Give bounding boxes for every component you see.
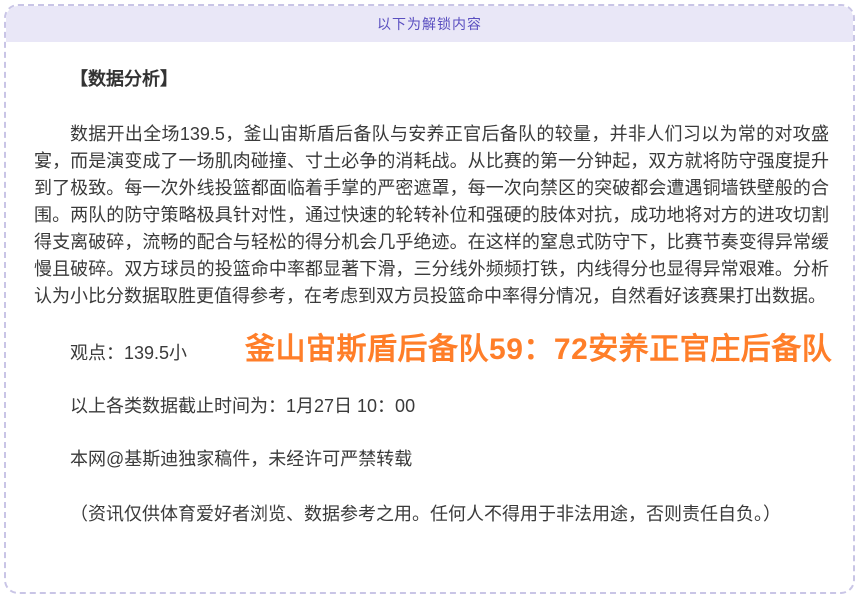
deadline-note: 以上各类数据截止时间为：1月27日 10：00	[34, 393, 829, 420]
viewpoint-label: 观点：139.5小	[70, 343, 187, 363]
analysis-paragraph: 数据开出全场139.5，釜山宙斯盾后备队与安养正官后备队的较量，并非人们习以为常…	[34, 121, 829, 310]
copyright-note: 本网@基斯迪独家稿件，未经许可严禁转载	[34, 446, 829, 473]
disclaimer-note: （资讯仅供体育爱好者浏览、数据参考之用。任何人不得用于非法用途，否则责任自负。）	[34, 501, 829, 528]
section-title: 【数据分析】	[34, 66, 829, 93]
score-highlight: 釜山宙斯盾后备队59：72安养正官庄后备队	[245, 333, 832, 366]
article-content: 【数据分析】 数据开出全场139.5，釜山宙斯盾后备队与安养正官后备队的较量，并…	[6, 66, 853, 528]
banner-label: 以下为解锁内容	[377, 14, 482, 34]
unlocked-content-card: 以下为解锁内容 【数据分析】 数据开出全场139.5，釜山宙斯盾后备队与安养正官…	[4, 4, 855, 594]
viewpoint-row: 观点：139.5小 釜山宙斯盾后备队59：72安养正官庄后备队	[34, 336, 829, 367]
unlocked-content-banner: 以下为解锁内容	[6, 6, 853, 42]
